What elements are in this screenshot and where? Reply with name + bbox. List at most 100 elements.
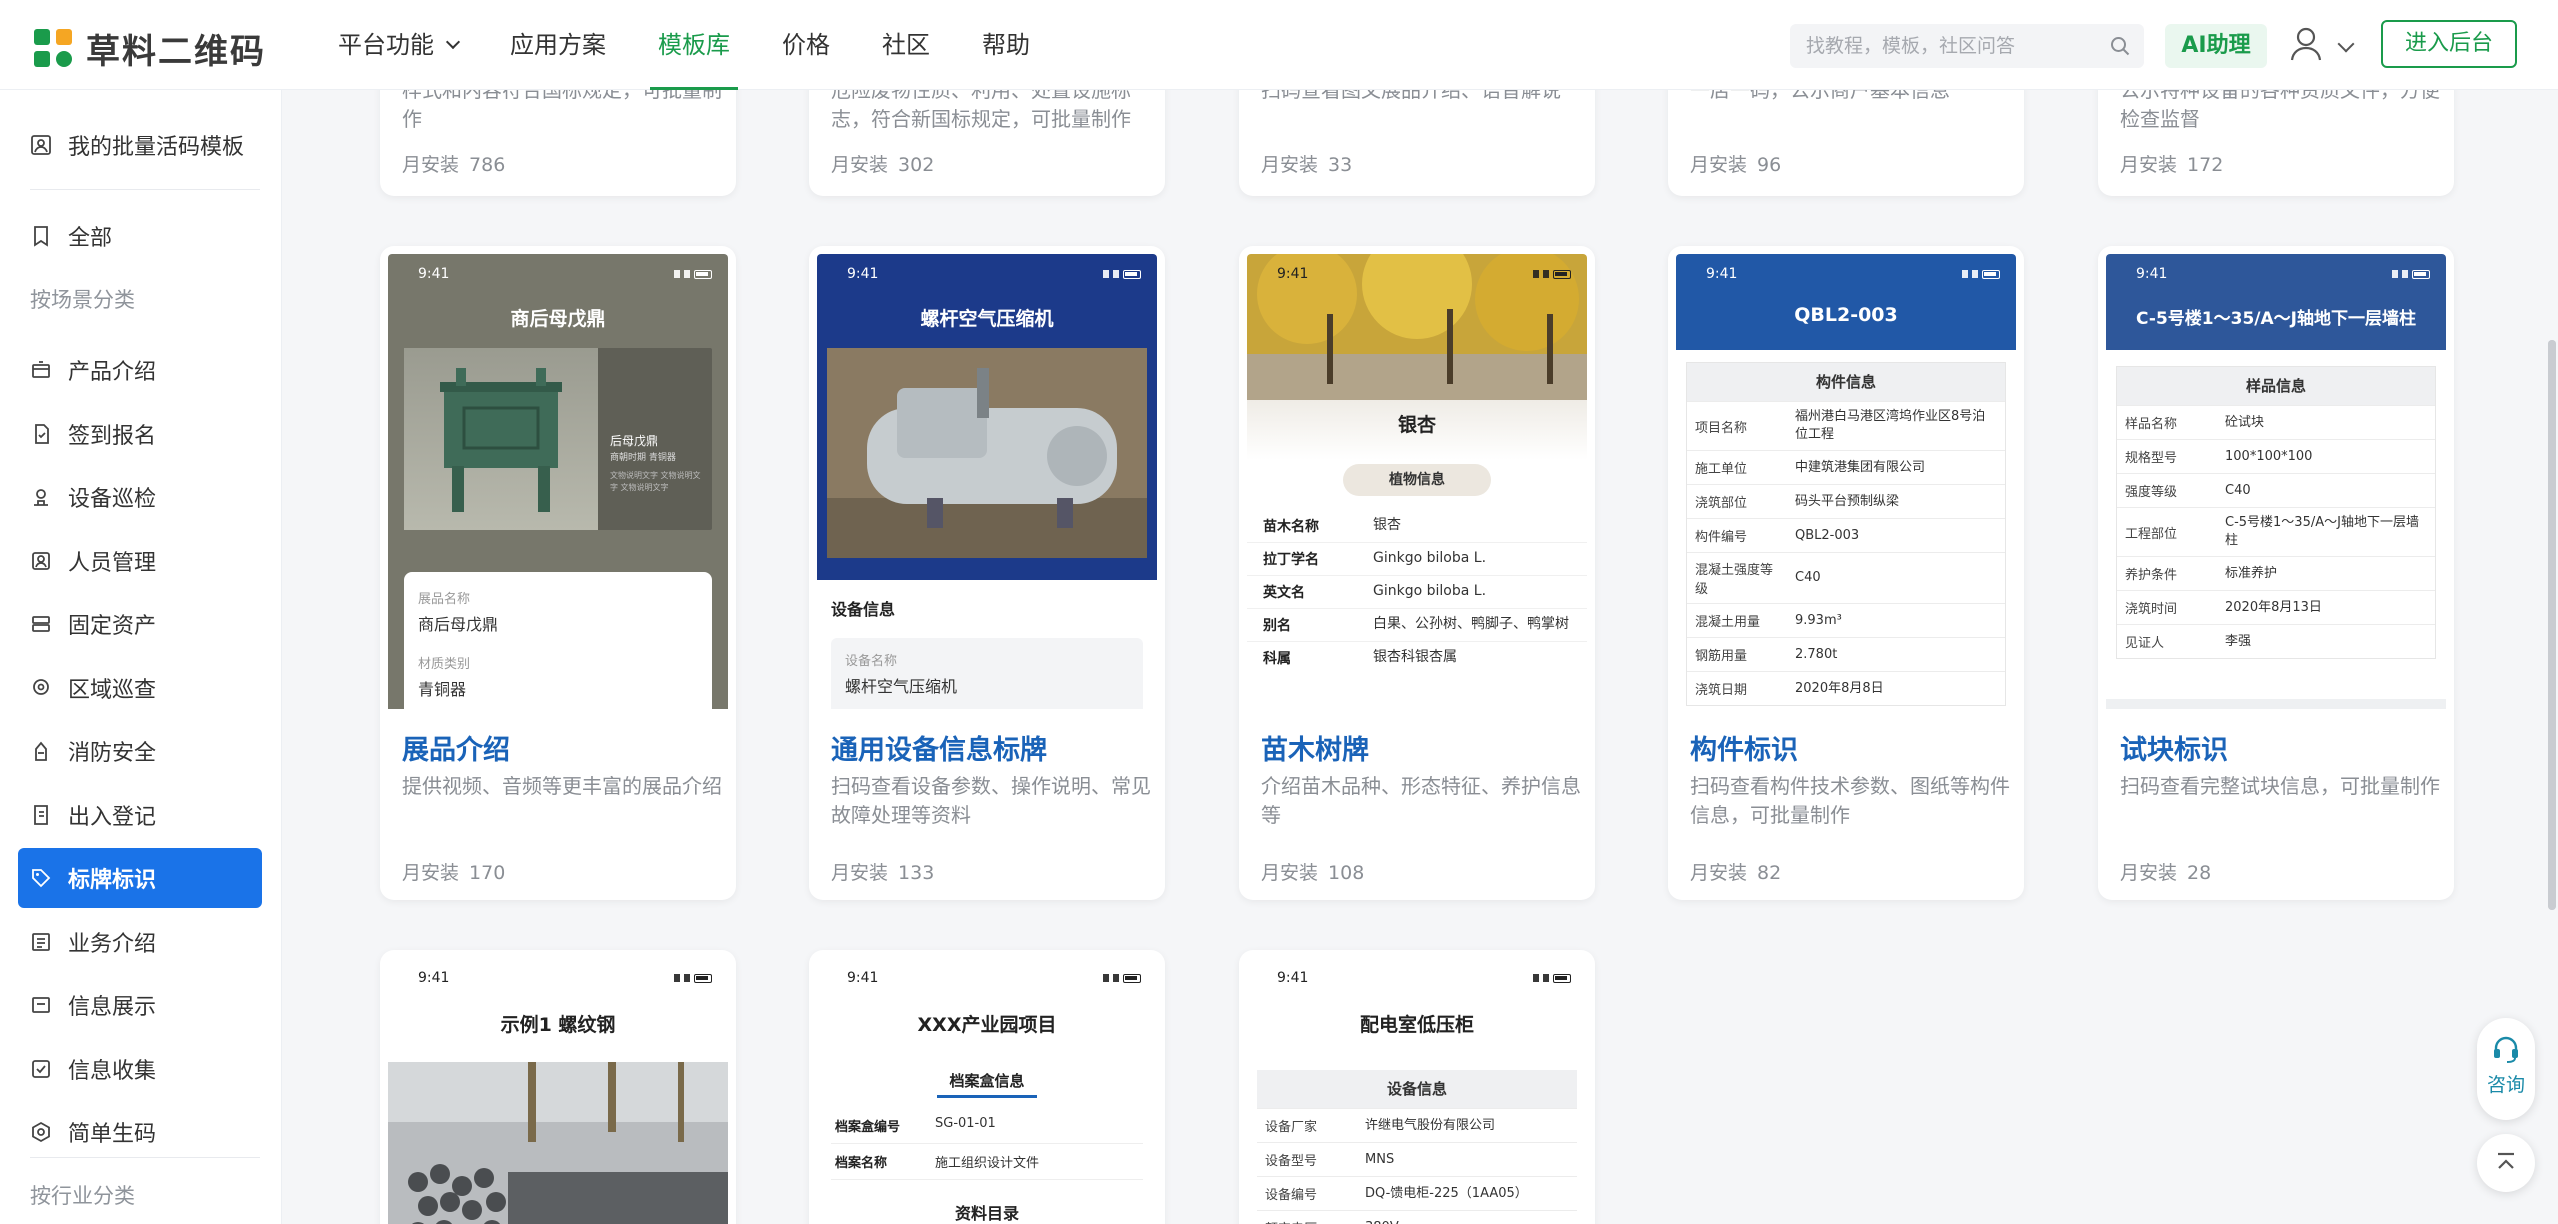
sidebar-item-asset[interactable]: 固定资产	[18, 594, 262, 654]
preview-heading: 螺杆空气压缩机	[920, 308, 1054, 330]
archive-info-list: 档案盒编号 SG-01-01 档案名称 施工组织设计文件	[817, 1108, 1157, 1180]
info-row: 别名 白果、公孙树、鸭脚子、鸭掌树	[1247, 608, 1587, 641]
enter-dashboard-button[interactable]: 进入后台	[2381, 20, 2517, 68]
consult-label: 咨询	[2486, 1074, 2525, 1096]
brand-logo[interactable]: 草料二维码	[34, 24, 266, 73]
exhibit-panel-text: 文物说明文字 文物说明文字 文物说明文字	[610, 471, 701, 492]
info-row: 档案名称 施工组织设计文件	[831, 1144, 1143, 1180]
field-label: 构件编号	[1695, 530, 1748, 545]
template-card[interactable]: 样式和内容符合国标规定，可批量制作 月安装 786	[380, 90, 736, 196]
table-row: 强度等级 C40	[2117, 473, 2435, 507]
card-title: 通用设备信息标牌	[831, 735, 1047, 766]
back-to-top-button[interactable]	[2477, 1134, 2535, 1192]
user-icon[interactable]	[2290, 27, 2322, 61]
template-preview: 9:41 QBL2-003 构件信息 项目名称 福州港白马港区湾坞作业区8号泊位工程…	[1676, 254, 2016, 709]
template-card[interactable]: 公示特种设备的各种资质文件，方便检查监督 月安装 172	[2098, 90, 2454, 196]
template-card[interactable]: 9:41 螺杆空气压缩机 设备信息 设备名称 螺杆空气压缩机 通用设备信息标牌 …	[809, 246, 1165, 900]
info-tag: 植物信息	[1343, 464, 1491, 496]
field-label: 设备名称	[845, 654, 898, 669]
nav-pricing[interactable]: 价格	[782, 0, 830, 90]
template-icon	[31, 135, 51, 155]
field-value: 2020年8月13日	[2225, 599, 2322, 615]
page-scrollbar[interactable]	[2548, 340, 2556, 910]
template-card[interactable]: 9:41 商后母戊鼎 后母戊鼎 商朝时期 青铜器 文物说明文字 文物说明文字 文…	[380, 246, 736, 900]
template-card[interactable]: 9:41 XXX产业园项目 档案盒信息 档案盒编号 SG-01-01 档案名称 施工组…	[809, 950, 1165, 1224]
sidebar-item-label: 签到报名	[68, 423, 157, 449]
card-description: 公示特种设备的各种资质文件，方便检查监督	[2120, 90, 2440, 131]
field-value: C40	[1795, 570, 1821, 585]
sidebar: 我的批量活码模板 全部 按场景分类 产品介绍 签到报名 设备巡检 人员管理 固定资产 区域…	[0, 90, 282, 1224]
table-row: 养护条件 标准养护	[2117, 556, 2435, 590]
consult-button[interactable]: 咨询	[2477, 1018, 2535, 1120]
business-icon	[32, 932, 50, 951]
nav-platform[interactable]: 平台功能	[338, 0, 461, 90]
sidebar-item-business[interactable]: 业务介绍	[18, 912, 262, 972]
status-time: 9:41	[418, 266, 450, 282]
field-value: 砼试块	[2225, 414, 2265, 430]
signin-icon	[35, 423, 49, 444]
install-count: 月安装 786	[402, 154, 506, 176]
sidebar-item-fire[interactable]: 消防安全	[18, 721, 262, 781]
info-row: 苗木名称 银杏	[1247, 510, 1587, 542]
sidebar-item-collect[interactable]: 信息收集	[18, 1039, 262, 1099]
sidebar-item-all[interactable]: 全部	[18, 206, 262, 266]
sidebar-item-person[interactable]: 人员管理	[18, 531, 262, 591]
field-value: 青铜器	[418, 680, 467, 699]
plant-info-list: 苗木名称 银杏 拉丁学名 Ginkgo biloba L. 英文名 Ginkgo bilo…	[1247, 510, 1587, 674]
template-preview: 9:41 螺杆空气压缩机 设备信息 设备名称 螺杆空气压缩机	[817, 254, 1157, 709]
sidebar-item-inspect[interactable]: 设备巡检	[18, 467, 262, 527]
template-preview: 9:41 配电室低压柜 设备信息 设备厂家 许继电气股份有限公司 设备型号 MNS 设备编…	[1247, 958, 1587, 1224]
table-row: 设备厂家 许继电气股份有限公司	[1257, 1108, 1577, 1142]
nav-solutions[interactable]: 应用方案	[510, 0, 606, 90]
info-icon	[32, 997, 50, 1013]
field-value: 许继电气股份有限公司	[1365, 1117, 1496, 1133]
template-card[interactable]: 扫码查看图文展品介绍、语音解说 月安装 33	[1239, 90, 1595, 196]
field-label: 混凝土用量	[1695, 615, 1761, 630]
template-card[interactable]: 9:41 银杏 植物信息 苗木名称 银杏 拉丁学名 Ginkgo biloba L. 英…	[1239, 246, 1595, 900]
template-card[interactable]: 9:41 示例1 螺纹钢	[380, 950, 736, 1224]
nav-community[interactable]: 社区	[882, 0, 930, 90]
sidebar-item-register[interactable]: 出入登记	[18, 785, 262, 845]
status-icons	[1103, 269, 1141, 279]
field-value: 100*100*100	[2225, 448, 2313, 464]
table-title: 设备信息	[1257, 1070, 1577, 1108]
field-value: 福州港白马港区湾坞作业区8号泊位工程	[1795, 409, 1986, 442]
divider	[30, 1157, 260, 1158]
chevron-down-icon	[445, 34, 461, 50]
field-label: 展品名称	[418, 592, 471, 607]
sidebar-item-label: 出入登记	[68, 804, 157, 830]
category-heading-industry: 按行业分类	[30, 1184, 135, 1208]
sidebar-item-info[interactable]: 信息展示	[18, 975, 262, 1035]
sidebar-item-cube[interactable]: 简单生码	[18, 1102, 262, 1162]
template-card[interactable]: 危险废物性质、利用、处置设施标志，符合新国标规定，可批量制作 月安装 302	[809, 90, 1165, 196]
brand-name: 草料二维码	[86, 32, 266, 72]
template-card[interactable]: 9:41 配电室低压柜 设备信息 设备厂家 许继电气股份有限公司 设备型号 MNS 设备编…	[1239, 950, 1595, 1224]
field-label: 混凝土强度等级	[1695, 563, 1774, 597]
collect-icon	[32, 1059, 50, 1078]
template-card[interactable]: 9:41 C-5号楼1～35/A～J轴地下一层墙柱 样品信息 样品名称 砼试块 规格型…	[2098, 246, 2454, 900]
field-value: 螺杆空气压缩机	[845, 677, 958, 696]
nav-templates[interactable]: 模板库	[650, 0, 738, 90]
sidebar-item-location[interactable]: 区域巡查	[18, 658, 262, 718]
status-time: 9:41	[1277, 970, 1309, 986]
status-time: 9:41	[418, 970, 450, 986]
search-input[interactable]	[1790, 24, 2090, 68]
ai-assistant-button[interactable]: AI助理	[2165, 24, 2267, 68]
asset-icon	[32, 616, 50, 632]
status-time: 9:41	[2136, 266, 2168, 282]
search-icon[interactable]	[2110, 36, 2130, 56]
sidebar-item-tag[interactable]: 标牌标识	[18, 848, 262, 908]
table-title: 样品信息	[2117, 367, 2435, 405]
sidebar-item-signin[interactable]: 签到报名	[18, 404, 262, 464]
chevron-down-icon[interactable]	[2337, 35, 2355, 53]
preview-heading: 商后母戊鼎	[510, 308, 606, 330]
info-row: 拉丁学名 Ginkgo biloba L.	[1247, 542, 1587, 575]
template-card[interactable]: 一店一码，公示商户基本信息 月安装 96	[1668, 90, 2024, 196]
table-row: 额定电压380V	[1257, 1210, 1577, 1224]
nav-help[interactable]: 帮助	[982, 0, 1030, 90]
sidebar-item-box[interactable]: 产品介绍	[18, 340, 262, 400]
template-card[interactable]: 9:41 QBL2-003 构件信息 项目名称 福州港白马港区湾坞作业区8号泊位工程…	[1668, 246, 2024, 900]
sidebar-item-my-templates[interactable]: 我的批量活码模板	[18, 115, 262, 175]
field-label: 规格型号	[2125, 451, 2178, 466]
field-value: 商后母戊鼎	[418, 615, 499, 634]
